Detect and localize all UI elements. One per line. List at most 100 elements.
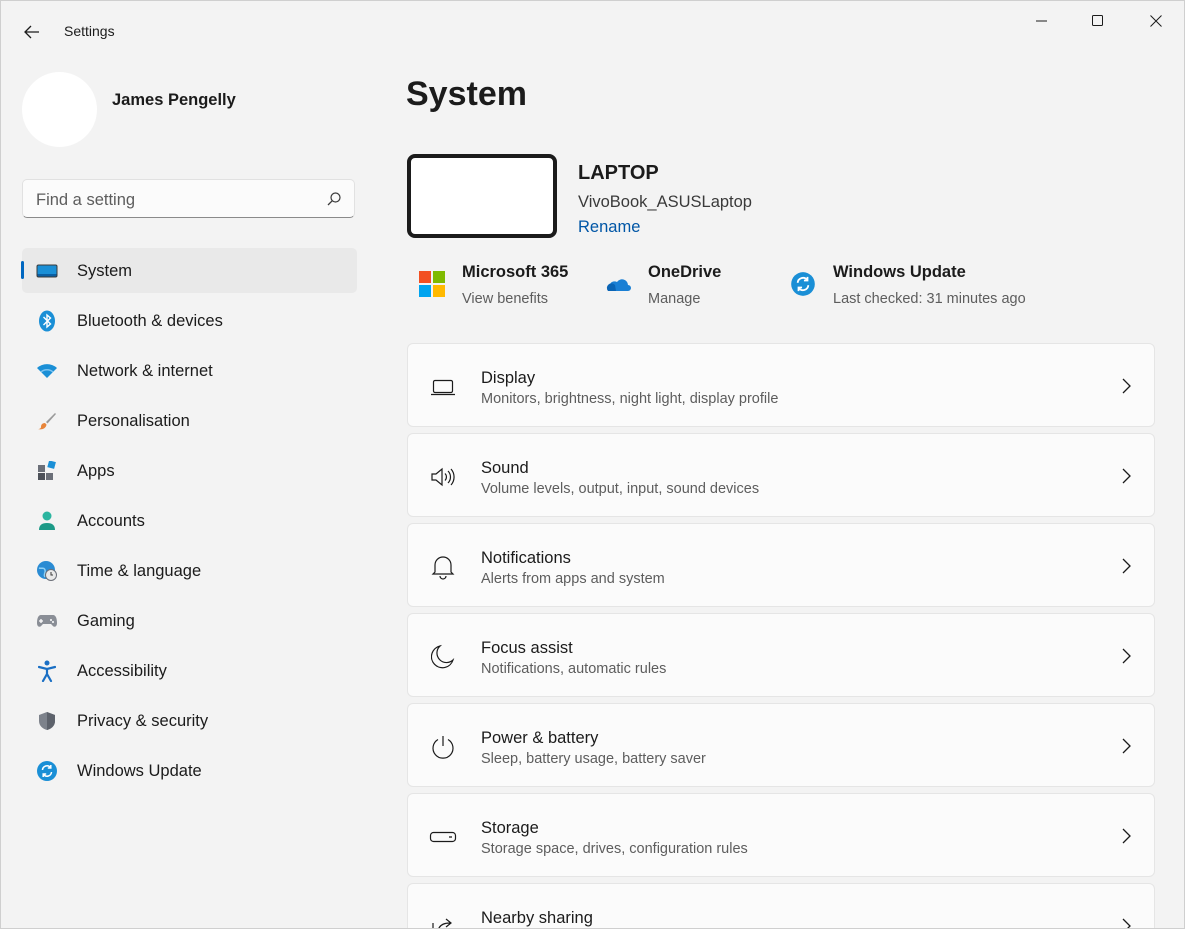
device-name: LAPTOP: [578, 162, 659, 184]
close-button[interactable]: [1127, 1, 1184, 41]
storage-icon: [428, 823, 458, 851]
sidebar-item-label: Windows Update: [77, 762, 202, 780]
card-focus-assist[interactable]: Focus assist Notifications, automatic ru…: [407, 613, 1155, 697]
quick-link-microsoft-365[interactable]: Microsoft 365 View benefits: [417, 263, 587, 313]
chevron-right-icon: [1122, 468, 1131, 484]
moon-icon: [428, 643, 458, 671]
sidebar-item-system[interactable]: System: [21, 248, 357, 293]
card-title: Focus assist: [481, 639, 573, 657]
sidebar-item-label: System: [77, 262, 133, 280]
maximize-icon: [1092, 15, 1103, 26]
maximize-button[interactable]: [1069, 1, 1127, 41]
sidebar-item-label: Accessibility: [77, 662, 167, 680]
quick-link-title: OneDrive: [648, 263, 722, 281]
card-power-battery[interactable]: Power & battery Sleep, battery usage, ba…: [407, 703, 1155, 787]
rename-link[interactable]: Rename: [578, 218, 640, 237]
chevron-right-icon: [1122, 378, 1131, 394]
card-nearby-sharing[interactable]: Nearby sharing: [407, 883, 1155, 928]
search-input[interactable]: Find a setting: [36, 191, 135, 210]
card-title: Storage: [481, 819, 539, 837]
sidebar-item-label: Time & language: [77, 562, 202, 580]
quick-link-onedrive[interactable]: OneDrive Manage: [603, 263, 753, 313]
quick-link-subtitle: Last checked: 31 minutes ago: [833, 291, 1026, 307]
account-icon: [36, 510, 58, 532]
card-notifications[interactable]: Notifications Alerts from apps and syste…: [407, 523, 1155, 607]
chevron-right-icon: [1122, 828, 1131, 844]
card-title: Power & battery: [481, 729, 599, 747]
microsoft-logo-icon: [417, 269, 447, 299]
device-image: [407, 154, 557, 238]
accessibility-icon: [36, 660, 58, 682]
sidebar-item-bluetooth[interactable]: Bluetooth & devices: [22, 298, 357, 343]
app-title: Settings: [64, 23, 115, 39]
chevron-right-icon: [1122, 918, 1131, 928]
quick-link-title: Windows Update: [833, 263, 966, 281]
quick-link-subtitle: Manage: [648, 291, 701, 307]
chevron-right-icon: [1122, 558, 1131, 574]
sidebar-item-privacy-security[interactable]: Privacy & security: [22, 698, 357, 743]
card-title: Notifications: [481, 549, 571, 567]
minimize-icon: [1036, 20, 1047, 22]
apps-icon: [36, 460, 58, 482]
power-icon: [428, 733, 458, 761]
sidebar-item-label: Personalisation: [77, 412, 190, 430]
search-box[interactable]: Find a setting: [22, 179, 355, 218]
share-icon: [428, 913, 458, 928]
gamepad-icon: [36, 610, 58, 632]
card-storage[interactable]: Storage Storage space, drives, configura…: [407, 793, 1155, 877]
update-icon: [788, 269, 818, 299]
close-icon: [1150, 15, 1162, 27]
card-sound[interactable]: Sound Volume levels, output, input, soun…: [407, 433, 1155, 517]
sidebar-item-label: Bluetooth & devices: [77, 312, 223, 330]
quick-link-subtitle: View benefits: [462, 291, 548, 307]
sidebar-item-time-language[interactable]: Time & language: [22, 548, 357, 593]
card-title: Display: [481, 369, 536, 387]
sidebar-item-label: Network & internet: [77, 362, 213, 380]
card-subtitle: Alerts from apps and system: [481, 571, 665, 587]
sidebar-item-windows-update[interactable]: Windows Update: [22, 748, 357, 793]
display-icon: [428, 373, 458, 401]
card-subtitle: Sleep, battery usage, battery saver: [481, 751, 706, 767]
globe-clock-icon: [36, 560, 58, 582]
card-subtitle: Storage space, drives, configuration rul…: [481, 841, 748, 857]
card-title: Nearby sharing: [481, 909, 593, 927]
device-model: VivoBook_ASUSLaptop: [578, 193, 752, 211]
page-title: System: [406, 75, 527, 113]
bluetooth-icon: [36, 310, 58, 332]
settings-window: Settings James Pengelly Find a setting S…: [0, 0, 1185, 929]
card-title: Sound: [481, 459, 529, 477]
shield-icon: [36, 710, 58, 732]
onedrive-icon: [603, 269, 633, 299]
sidebar-item-accessibility[interactable]: Accessibility: [22, 648, 357, 693]
card-subtitle: Monitors, brightness, night light, displ…: [481, 391, 779, 407]
card-subtitle: Volume levels, output, input, sound devi…: [481, 481, 760, 497]
title-bar: Settings: [1, 1, 1184, 43]
back-arrow-icon: [24, 25, 39, 39]
sidebar-item-gaming[interactable]: Gaming: [22, 598, 357, 643]
quick-link-windows-update[interactable]: Windows Update Last checked: 31 minutes …: [788, 263, 1048, 313]
sidebar-item-label: Accounts: [77, 512, 145, 530]
search-icon[interactable]: [326, 191, 342, 207]
user-name: James Pengelly: [112, 91, 236, 109]
back-button[interactable]: [17, 17, 47, 47]
sidebar-item-label: Apps: [77, 462, 115, 480]
sidebar-item-personalisation[interactable]: Personalisation: [22, 398, 357, 443]
wifi-icon: [36, 360, 58, 382]
brush-icon: [36, 410, 58, 432]
settings-cards: Display Monitors, brightness, night ligh…: [407, 343, 1155, 928]
active-indicator: [21, 261, 24, 279]
bell-icon: [428, 553, 458, 581]
card-display[interactable]: Display Monitors, brightness, night ligh…: [407, 343, 1155, 427]
card-subtitle: Notifications, automatic rules: [481, 661, 667, 677]
sidebar-nav: System Bluetooth & devices Network & int…: [21, 248, 357, 798]
speaker-icon: [428, 463, 458, 491]
quick-link-title: Microsoft 365: [462, 263, 569, 281]
avatar[interactable]: [22, 72, 97, 147]
system-icon: [36, 260, 58, 282]
sidebar-item-apps[interactable]: Apps: [22, 448, 357, 493]
sidebar-item-network[interactable]: Network & internet: [22, 348, 357, 393]
sidebar-item-accounts[interactable]: Accounts: [22, 498, 357, 543]
sidebar-item-label: Privacy & security: [77, 712, 209, 730]
minimize-button[interactable]: [1013, 1, 1071, 41]
update-icon: [36, 760, 58, 782]
